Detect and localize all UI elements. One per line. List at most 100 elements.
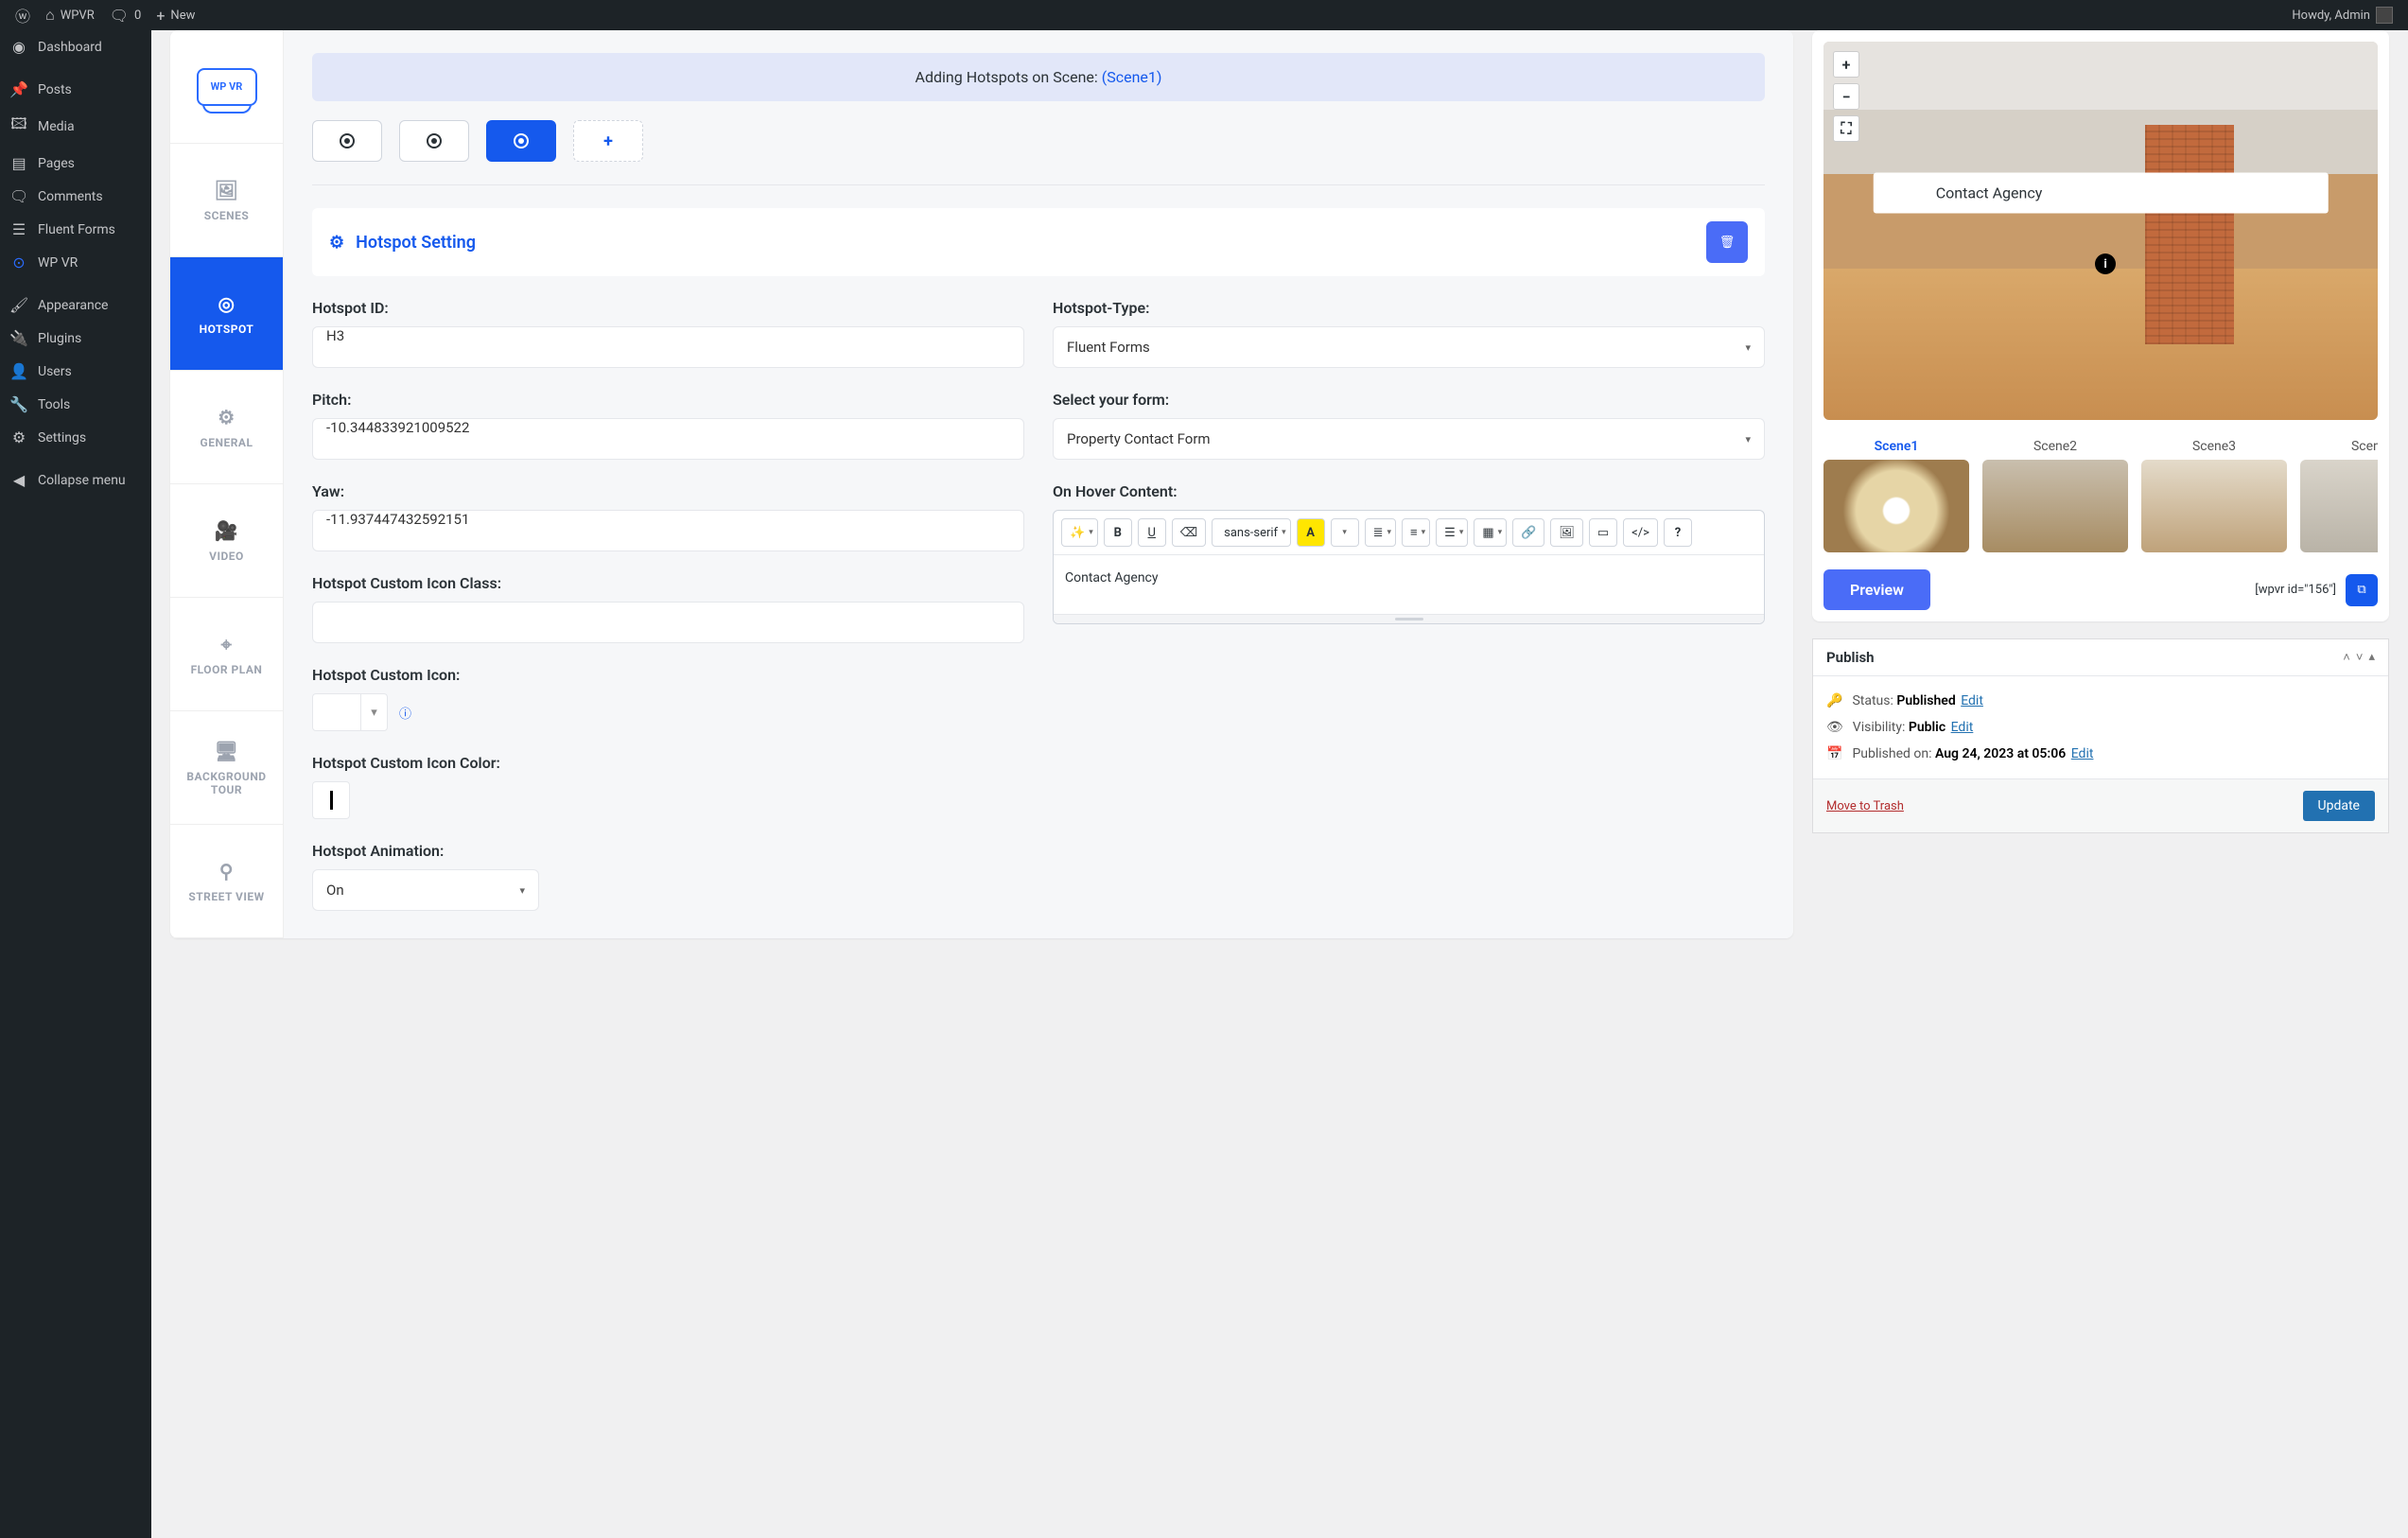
- custom-icon-class-input[interactable]: [312, 602, 1024, 643]
- edit-date-link[interactable]: Edit: [2071, 746, 2094, 761]
- menu-pages[interactable]: ▤Pages: [0, 147, 151, 180]
- menu-posts[interactable]: 📌Posts: [0, 73, 151, 106]
- menu-settings[interactable]: ⚙Settings: [0, 421, 151, 454]
- animation-select[interactable]: On▾: [312, 869, 539, 911]
- form-label: Select your form:: [1053, 391, 1765, 409]
- user-icon: 👤: [9, 362, 28, 380]
- tab-street-view[interactable]: ⚲STREET VIEW: [170, 825, 283, 938]
- color-picker[interactable]: [312, 781, 350, 819]
- zoom-out-button[interactable]: −: [1833, 83, 1859, 110]
- delete-hotspot-button[interactable]: 🗑: [1706, 221, 1748, 263]
- list-ul-button[interactable]: ≣▾: [1365, 518, 1396, 547]
- menu-wpvr[interactable]: ⊙WP VR: [0, 246, 151, 279]
- menu-collapse[interactable]: ◀Collapse menu: [0, 463, 151, 497]
- image-button[interactable]: 🖼: [1550, 518, 1583, 547]
- editor-resize-handle[interactable]: [1054, 614, 1764, 623]
- tab-scenes[interactable]: 🖼SCENES: [170, 144, 283, 257]
- menu-plugins[interactable]: 🔌Plugins: [0, 322, 151, 355]
- wp-logo[interactable]: ⓦ: [8, 0, 38, 30]
- help-button[interactable]: ?: [1664, 518, 1692, 547]
- new-content[interactable]: + New: [148, 0, 202, 30]
- scene-thumb-4[interactable]: Scene4: [2300, 439, 2378, 552]
- menu-users[interactable]: 👤Users: [0, 355, 151, 388]
- tab-hotspot[interactable]: ◎HOTSPOT: [170, 257, 283, 371]
- gear-icon: ⚙: [218, 406, 235, 428]
- comments-bubble[interactable]: 🗨0: [102, 0, 149, 30]
- map-icon: ⌖: [221, 633, 233, 655]
- tab-background-tour[interactable]: 🖥BACKGROUND TOUR: [170, 711, 283, 825]
- menu-tools[interactable]: 🔧Tools: [0, 388, 151, 421]
- code-icon: </>: [1632, 526, 1649, 540]
- hotspot-type-select[interactable]: Fluent Forms▾: [1053, 326, 1765, 368]
- pitch-input[interactable]: -10.344833921009522: [312, 418, 1024, 460]
- info-hotspot[interactable]: i: [2095, 253, 2116, 274]
- bold-button[interactable]: B: [1104, 518, 1132, 547]
- menu-dashboard[interactable]: ◉Dashboard: [0, 30, 151, 63]
- chevron-down-icon: ▾: [519, 884, 525, 897]
- publish-title: Publish: [1826, 649, 1875, 666]
- new-label: New: [170, 9, 195, 23]
- preview-panel: + − ⛶ Contact Agency i Scene1 Scene2 Sce…: [1812, 30, 2389, 621]
- scene-thumb-2[interactable]: Scene2: [1982, 439, 2128, 552]
- publish-visibility-row: 👁 Visibility: Public Edit: [1826, 714, 2375, 741]
- editor-content[interactable]: Contact Agency: [1054, 555, 1764, 614]
- field-yaw: Yaw: -11.937447432592151: [312, 482, 1024, 551]
- fullscreen-button[interactable]: ⛶: [1833, 115, 1859, 142]
- gear-icon: ⚙: [329, 233, 344, 253]
- icon-picker[interactable]: ▾: [312, 693, 388, 731]
- underline-button[interactable]: U: [1138, 518, 1166, 547]
- form-select[interactable]: Property Contact Form▾: [1053, 418, 1765, 460]
- eraser-button[interactable]: ⌫: [1172, 518, 1206, 547]
- panorama-preview[interactable]: + − ⛶ Contact Agency i: [1823, 42, 2378, 420]
- hotspot-tab-3[interactable]: [486, 120, 556, 162]
- plus-icon: +: [156, 7, 165, 25]
- menu-comments[interactable]: 🗨Comments: [0, 180, 151, 213]
- list-ol-button[interactable]: ≡▾: [1402, 518, 1430, 547]
- wpvr-tab-nav: WP VR 🖼SCENES ◎HOTSPOT ⚙GENERAL 🎥VIDEO ⌖…: [170, 30, 284, 938]
- scene-link[interactable]: (Scene1): [1102, 68, 1162, 86]
- tab-general[interactable]: ⚙GENERAL: [170, 371, 283, 484]
- menu-appearance[interactable]: 🖌Appearance: [0, 288, 151, 322]
- preview-button[interactable]: Preview: [1823, 569, 1930, 610]
- monitor-icon: 🖥: [215, 740, 239, 762]
- help-icon[interactable]: ⓘ: [399, 704, 411, 722]
- account-menu[interactable]: Howdy, Admin: [2284, 0, 2400, 30]
- move-to-trash-link[interactable]: Move to Trash: [1826, 799, 1904, 813]
- text-color-dd[interactable]: ▾: [1331, 518, 1359, 547]
- hotspot-tab-add[interactable]: +: [573, 120, 643, 162]
- fullscreen-icon: ⛶: [1841, 119, 1851, 138]
- scene-thumb-1[interactable]: Scene1: [1823, 439, 1969, 552]
- chevron-down-icon: ▾: [1089, 528, 1093, 537]
- copy-shortcode-button[interactable]: ⧉: [2346, 574, 2378, 606]
- caret-up-icon[interactable]: ▴: [2368, 650, 2375, 665]
- magic-button[interactable]: ✨▾: [1061, 518, 1098, 547]
- edit-status-link[interactable]: Edit: [1961, 693, 1983, 708]
- code-button[interactable]: </>: [1623, 518, 1658, 547]
- tab-video[interactable]: 🎥VIDEO: [170, 484, 283, 598]
- chevron-down-icon[interactable]: ˅: [2356, 650, 2364, 665]
- scene-thumb-3[interactable]: Scene3: [2141, 439, 2287, 552]
- update-button[interactable]: Update: [2303, 791, 2375, 821]
- shortcode-text: [wpvr id="156"]: [2255, 583, 2336, 597]
- align-button[interactable]: ☰▾: [1436, 518, 1468, 547]
- magic-icon: ✨: [1070, 526, 1085, 540]
- publish-box: Publish ˄ ˅ ▴ 🔑 Status: Published Edit 👁…: [1812, 638, 2389, 833]
- font-family-select[interactable]: sans-serif▾: [1212, 518, 1290, 547]
- chevron-up-icon[interactable]: ˄: [2343, 650, 2350, 665]
- hotspot-id-input[interactable]: H3: [312, 326, 1024, 368]
- yaw-input[interactable]: -11.937447432592151: [312, 510, 1024, 551]
- zoom-in-button[interactable]: +: [1833, 51, 1859, 78]
- site-home[interactable]: ⌂WPVR: [38, 0, 102, 30]
- edit-visibility-link[interactable]: Edit: [1951, 720, 1974, 735]
- link-button[interactable]: 🔗: [1512, 518, 1544, 547]
- tab-floor-plan[interactable]: ⌖FLOOR PLAN: [170, 598, 283, 711]
- menu-media[interactable]: 🖾Media: [0, 106, 151, 147]
- custom-icon-class-label: Hotspot Custom Icon Class:: [312, 574, 1024, 592]
- hotspot-tab-1[interactable]: [312, 120, 382, 162]
- menu-fluent-forms[interactable]: ☰Fluent Forms: [0, 213, 151, 246]
- table-button[interactable]: ▦▾: [1474, 518, 1507, 547]
- plug-icon: 🔌: [9, 329, 28, 347]
- video-button[interactable]: ▭: [1589, 518, 1617, 547]
- hotspot-tab-2[interactable]: [399, 120, 469, 162]
- text-color-button[interactable]: A: [1297, 518, 1325, 547]
